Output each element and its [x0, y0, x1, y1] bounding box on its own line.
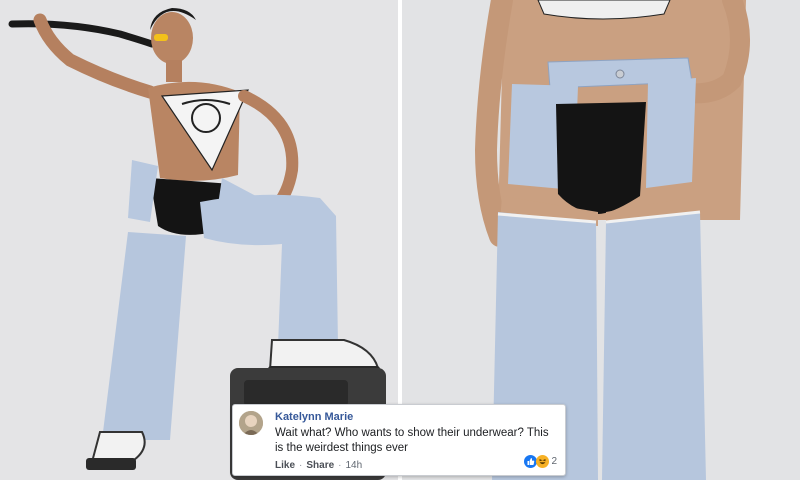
braid	[8, 20, 156, 48]
arm	[238, 90, 299, 214]
share-link[interactable]: Share	[306, 460, 334, 471]
jeans-button	[615, 69, 625, 79]
comment-text: Wait what? Who wants to show their under…	[275, 427, 549, 454]
jeans-flap	[646, 78, 696, 188]
comment-actions: Like · Share · 14h	[275, 460, 362, 471]
bandana-top	[537, 0, 671, 20]
haha-icon	[536, 455, 550, 468]
jeans-waist-flap	[128, 160, 158, 222]
sunglasses	[154, 34, 168, 41]
reaction-count: 2	[551, 456, 557, 467]
comment-time[interactable]: 14h	[346, 460, 363, 471]
boot	[90, 431, 146, 464]
comment-author[interactable]: Katelynn Marie	[275, 411, 353, 423]
separator: ·	[338, 460, 342, 471]
separator: ·	[299, 460, 303, 471]
arm	[474, 0, 513, 247]
like-link[interactable]: Like	[275, 460, 295, 471]
avatar[interactable]	[239, 411, 263, 435]
jeans-leg	[602, 212, 706, 480]
boot	[268, 339, 380, 372]
reactions[interactable]: 2	[524, 455, 557, 468]
underwear	[556, 102, 646, 214]
jeans-raised-leg	[200, 194, 338, 346]
jeans-standing-leg	[102, 232, 186, 440]
comment-card: Katelynn Marie Wait what? Who wants to s…	[232, 404, 566, 476]
